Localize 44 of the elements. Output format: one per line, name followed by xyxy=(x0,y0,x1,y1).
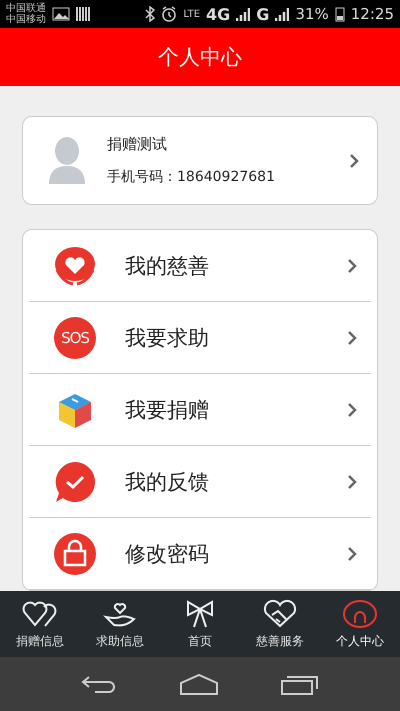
chevron-right-icon xyxy=(349,152,359,168)
nav-tab[interactable]: 慈善服务 xyxy=(240,591,320,657)
nav-tab[interactable]: 个人中心 xyxy=(320,591,400,657)
recent-apps-icon[interactable] xyxy=(281,673,319,695)
person-icon xyxy=(342,598,378,628)
nav-tab[interactable]: 捐赠信息 xyxy=(0,591,80,657)
battery-percent: 31% xyxy=(295,5,329,23)
chat-check-icon xyxy=(53,460,97,504)
menu-item[interactable]: 修改密码 xyxy=(29,518,371,590)
avatar-icon xyxy=(47,136,87,186)
barcode-icon xyxy=(76,7,90,21)
menu-item[interactable]: SOS 我要求助 xyxy=(29,302,371,374)
menu-item[interactable]: 我要捐赠 xyxy=(29,374,371,446)
network-type: LTE xyxy=(183,8,200,20)
profile-card[interactable]: 捐赠测试 手机号码：18640927681 xyxy=(22,116,378,205)
page-title: 个人中心 xyxy=(158,44,242,71)
network-type: 4G xyxy=(206,4,230,24)
network-type: G xyxy=(256,4,270,24)
home-icon[interactable] xyxy=(179,673,219,695)
heart-hands-icon xyxy=(53,246,97,286)
bluetooth-icon xyxy=(145,6,156,22)
signal-icon xyxy=(275,7,290,21)
chevron-right-icon xyxy=(347,258,357,274)
carrier-name: 中国移动 xyxy=(6,14,46,25)
lock-icon xyxy=(53,532,97,576)
nav-tab[interactable]: 首页 xyxy=(160,591,240,657)
carrier-name: 中国联通 xyxy=(6,3,46,14)
chevron-right-icon xyxy=(347,546,357,562)
clock: 12:25 xyxy=(350,5,394,23)
chevron-right-icon xyxy=(347,330,357,346)
chevron-right-icon xyxy=(347,402,357,418)
image-icon xyxy=(52,7,70,21)
handshake-icon xyxy=(262,598,298,628)
menu-item[interactable]: 我的反馈 xyxy=(29,446,371,518)
chevron-right-icon xyxy=(347,474,357,490)
phone-number: 手机号码：18640927681 xyxy=(107,168,276,186)
sos-icon: SOS xyxy=(54,316,96,358)
hearts-icon xyxy=(22,598,58,628)
battery-icon xyxy=(334,6,345,22)
menu-item[interactable]: 我的慈善 xyxy=(29,230,371,302)
signal-icon xyxy=(236,7,250,21)
nav-tab[interactable]: 求助信息 xyxy=(80,591,160,657)
user-name: 捐赠测试 xyxy=(107,135,168,154)
alarm-icon xyxy=(161,6,178,22)
